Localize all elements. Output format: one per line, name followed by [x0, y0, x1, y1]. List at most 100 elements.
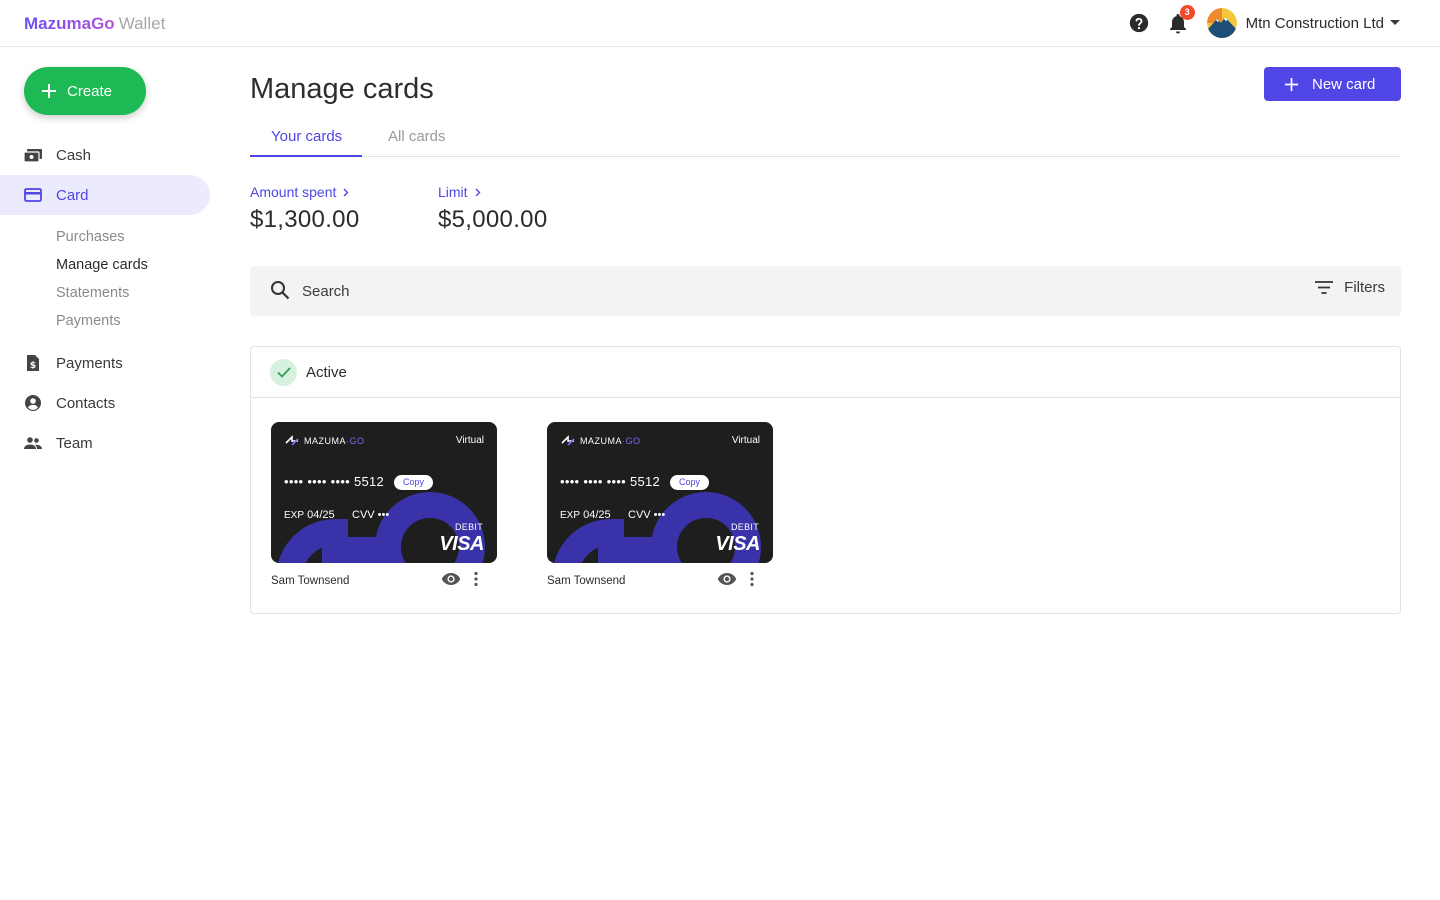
card-holder-name: Sam Townsend — [547, 575, 626, 587]
sidebar-item-label: Team — [56, 434, 93, 452]
card-footer: Sam Townsend — [547, 563, 773, 599]
card-brand-name: MAZUMA — [304, 436, 346, 446]
svg-text:$: $ — [30, 361, 36, 371]
check-icon — [270, 358, 297, 386]
mazuma-logo-icon — [285, 435, 299, 446]
account-menu[interactable]: Mtn Construction Ltd — [1206, 8, 1400, 38]
new-card-label: New card — [1312, 75, 1376, 93]
brand-name: MazumaGo — [24, 14, 115, 33]
brand-product: Wallet — [118, 14, 166, 33]
search-bar: Filters — [250, 266, 1401, 316]
active-section-header: Active — [251, 347, 1400, 398]
more-vertical-icon[interactable] — [749, 571, 755, 587]
card-icon — [24, 188, 42, 202]
card-holder-name: Sam Townsend — [271, 575, 350, 587]
more-vertical-icon[interactable] — [473, 571, 479, 587]
filters-label: Filters — [1344, 279, 1385, 296]
card-brand: MAZUMA · GO — [561, 435, 641, 447]
sidebar-item-contacts[interactable]: Contacts — [0, 383, 210, 423]
new-card-button[interactable]: New card — [1264, 67, 1401, 101]
organization-name: Mtn Construction Ltd — [1245, 14, 1384, 32]
copy-card-number-button[interactable]: Copy — [394, 475, 433, 490]
header-actions: 3 Mtn Construction Ltd — [1127, 5, 1400, 39]
card-item: MAZUMA · GO Virtual •••• •••• •••• 5512 Co… — [271, 422, 497, 599]
expiry-label: EXP — [284, 510, 305, 521]
copy-card-number-button[interactable]: Copy — [670, 475, 709, 490]
sidebar-item-cash[interactable]: Cash — [0, 135, 210, 175]
payments-icon: $ — [27, 355, 39, 371]
card-expiry: EXP 04/25 — [284, 509, 335, 521]
sidebar-item-payments[interactable]: $ Payments — [0, 343, 210, 383]
sidebar: Create Cash Card Purchases Manage cards … — [0, 47, 220, 900]
contacts-icon — [25, 395, 41, 411]
section-title: Active — [306, 363, 347, 381]
sidebar-item-label: Contacts — [56, 394, 116, 412]
organization-avatar — [1206, 8, 1237, 38]
stat-label: Amount spent — [250, 184, 337, 200]
tab-your-cards[interactable]: Your cards — [271, 128, 342, 145]
card-brand: MAZUMA · GO — [285, 435, 365, 447]
page-title: Manage cards — [250, 73, 434, 105]
card-type: Virtual — [731, 435, 760, 446]
virtual-card[interactable]: MAZUMA · GO Virtual •••• •••• •••• 5512 Co… — [271, 422, 497, 563]
card-brand-go: GO — [349, 436, 365, 446]
amount-spent-value: $1,300.00 — [250, 206, 360, 233]
sidebar-item-card[interactable]: Card — [0, 175, 210, 215]
card-number: •••• •••• •••• 5512 — [284, 474, 385, 489]
limit-stat: Limit $5,000.00 — [438, 184, 547, 234]
plus-icon — [1284, 77, 1299, 91]
card-brand-name: MAZUMA — [580, 436, 622, 446]
active-cards-panel: Active MAZUMA · GO Virtual •••• •••• •••• … — [250, 346, 1401, 614]
expiry-label: EXP — [560, 510, 581, 521]
search-icon — [271, 281, 290, 300]
eye-icon[interactable] — [717, 572, 737, 586]
active-tab-indicator — [250, 155, 362, 157]
sidebar-item-label: Payments — [56, 354, 123, 372]
card-type: Virtual — [455, 435, 484, 446]
chevron-right-icon — [475, 188, 481, 196]
virtual-card[interactable]: MAZUMA · GO Virtual •••• •••• •••• 5512 Co… — [547, 422, 773, 563]
card-cvv: CVV ••• — [352, 509, 390, 521]
limit-link[interactable]: Limit — [438, 184, 547, 200]
card-item: MAZUMA · GO Virtual •••• •••• •••• 5512 Co… — [547, 422, 773, 599]
plus-icon — [42, 84, 56, 98]
card-footer: Sam Townsend — [271, 563, 497, 599]
search-input[interactable] — [302, 277, 1202, 305]
sidebar-item-label: Cash — [56, 146, 92, 164]
expiry-value: 04/25 — [307, 509, 335, 521]
visa-logo: VISA — [715, 533, 760, 555]
create-button[interactable]: Create — [24, 67, 146, 115]
top-bar: MazumaGo Wallet 3 Mtn Construction Ltd — [0, 0, 1440, 47]
filters-button[interactable]: Filters — [1315, 279, 1385, 296]
sidebar-subitem-purchases[interactable]: Purchases — [56, 229, 125, 245]
card-debit-label: DEBIT — [454, 522, 483, 532]
tab-bar: Your cards All cards — [250, 119, 1401, 157]
expiry-value: 04/25 — [583, 509, 611, 521]
sidebar-item-team[interactable]: Team — [0, 423, 210, 463]
sidebar-subitem-payments[interactable]: Payments — [56, 313, 120, 329]
card-expiry: EXP 04/25 — [560, 509, 611, 521]
tab-all-cards[interactable]: All cards — [388, 128, 446, 145]
card-cvv: CVV ••• — [628, 509, 666, 521]
card-debit-label: DEBIT — [730, 522, 759, 532]
create-label: Create — [67, 82, 113, 100]
card-brand-go: GO — [625, 436, 641, 446]
stat-label: Limit — [438, 184, 468, 200]
amount-spent-stat: Amount spent $1,300.00 — [250, 184, 359, 234]
amount-spent-link[interactable]: Amount spent — [250, 184, 359, 200]
sidebar-subitem-statements[interactable]: Statements — [56, 285, 129, 301]
notification-badge: 3 — [1179, 5, 1195, 20]
brand-logo[interactable]: MazumaGo Wallet — [24, 13, 165, 35]
chevron-down-icon — [1390, 20, 1400, 25]
mazuma-logo-icon — [561, 435, 575, 446]
limit-value: $5,000.00 — [438, 206, 548, 233]
help-icon[interactable] — [1127, 11, 1151, 35]
sidebar-item-label: Card — [56, 186, 89, 204]
eye-icon[interactable] — [441, 572, 461, 586]
sidebar-subitem-manage-cards[interactable]: Manage cards — [56, 257, 148, 273]
card-number: •••• •••• •••• 5512 — [560, 474, 661, 489]
team-icon — [24, 437, 42, 449]
cash-icon — [24, 149, 42, 163]
notifications-button[interactable]: 3 — [1166, 5, 1195, 35]
filter-icon — [1315, 281, 1334, 294]
